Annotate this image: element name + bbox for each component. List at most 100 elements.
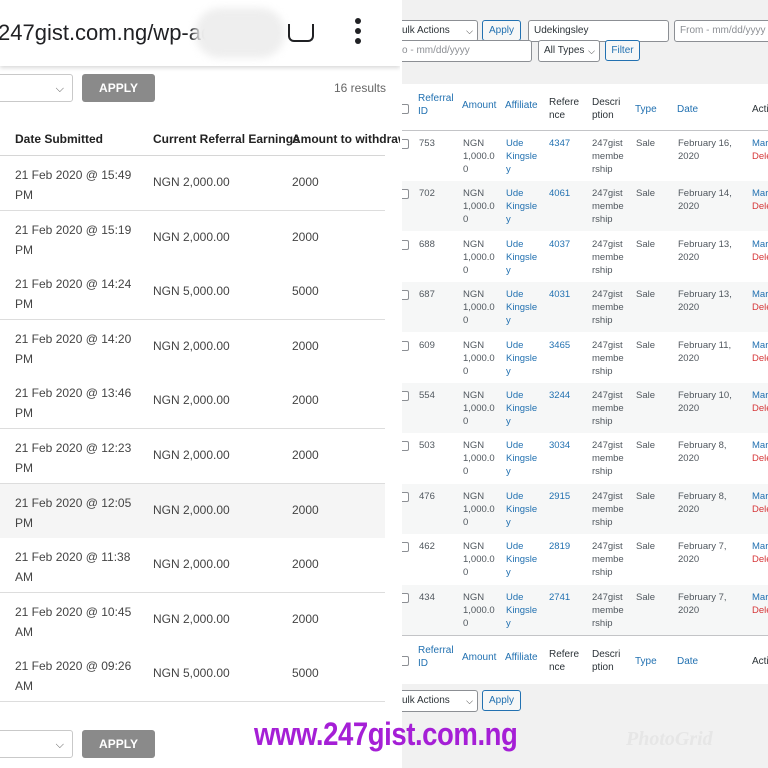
col-referral-id-footer[interactable]: Referral ID <box>418 644 456 670</box>
affiliate-link[interactable]: Ude Kingsle y <box>506 187 540 226</box>
bulk-actions-select-top[interactable]: ulk Actions ⌵ <box>402 20 478 42</box>
col-type[interactable]: Type <box>635 103 657 116</box>
to-date-input[interactable]: o - mm/dd/yyyy <box>402 40 532 62</box>
table-row[interactable]: 21 Feb 2020 @ 14:20 PM NGN 2,000.00 2000 <box>0 319 385 375</box>
apply-button-bottom[interactable]: APPLY <box>82 730 155 758</box>
table-row[interactable]: 21 Feb 2020 @ 09:26 AM NGN 5,000.00 5000 <box>0 647 385 703</box>
delete-link[interactable]: Dele <box>752 200 768 213</box>
affiliate-link[interactable]: Ude Kingsle y <box>506 137 540 176</box>
mark-as-paid-link[interactable]: Mar <box>752 288 768 301</box>
table-row: 687 NGN 1,000.0 0 Ude Kingsle y 4031 247gist… <box>402 282 768 333</box>
col-date-footer[interactable]: Date <box>677 655 698 668</box>
affiliate-link[interactable]: Ude Kingsle y <box>506 439 540 478</box>
mark-as-paid-link[interactable]: Mar <box>752 490 768 503</box>
table-row[interactable]: 21 Feb 2020 @ 10:45 AM NGN 2,000.00 2000 <box>0 592 385 648</box>
tabs-icon[interactable] <box>288 24 314 42</box>
reference-link[interactable]: 4031 <box>549 288 579 301</box>
affiliate-search-input[interactable]: Udekingsley <box>528 20 669 42</box>
table-row[interactable]: 21 Feb 2020 @ 14:24 PM NGN 5,000.00 5000 <box>0 265 385 321</box>
col-affiliate[interactable]: Affiliate <box>505 99 538 112</box>
mark-as-paid-link[interactable]: Mar <box>752 389 768 402</box>
row-checkbox[interactable] <box>402 441 409 452</box>
affiliate-link[interactable]: Ude Kingsle y <box>506 490 540 529</box>
table-row[interactable]: 21 Feb 2020 @ 15:19 PM NGN 2,000.00 2000 <box>0 210 385 266</box>
col-date[interactable]: Date <box>677 103 698 116</box>
affiliate-link[interactable]: Ude Kingsle y <box>506 389 540 428</box>
reference-link[interactable]: 3465 <box>549 339 579 352</box>
table-row[interactable]: 21 Feb 2020 @ 15:49 PM NGN 2,000.00 2000 <box>0 156 385 211</box>
reference-link[interactable]: 4037 <box>549 238 579 251</box>
delete-link[interactable]: Dele <box>752 452 768 465</box>
row-checkbox[interactable] <box>402 239 409 250</box>
filter-button[interactable]: Filter <box>605 40 640 61</box>
delete-link[interactable]: Dele <box>752 402 768 415</box>
apply-button-top[interactable]: Apply <box>482 20 521 41</box>
table-row[interactable]: 21 Feb 2020 @ 11:38 AM NGN 2,000.00 2000 <box>0 538 385 594</box>
col-referral-id[interactable]: Referral ID <box>418 92 456 118</box>
referral-description: 247gist membe rship <box>592 289 624 327</box>
select-all-checkbox-bottom[interactable] <box>402 656 409 666</box>
date-submitted: 21 Feb 2020 @ 12:05 PM <box>15 495 132 530</box>
table-row[interactable]: 21 Feb 2020 @ 12:05 PM NGN 2,000.00 2000 <box>0 483 385 539</box>
select-all-checkbox[interactable] <box>402 104 409 114</box>
affiliate-link[interactable]: Ude Kingsle y <box>506 591 540 630</box>
reference-link[interactable]: 2915 <box>549 490 579 503</box>
apply-button-top[interactable]: APPLY <box>82 74 155 102</box>
table-row[interactable]: 21 Feb 2020 @ 12:23 PM NGN 2,000.00 2000 <box>0 429 385 484</box>
delete-link[interactable]: Dele <box>752 553 768 566</box>
row-checkbox[interactable] <box>402 491 409 502</box>
mark-as-paid-link[interactable]: Mar <box>752 187 768 200</box>
table-row: 503 NGN 1,000.0 0 Ude Kingsle y 3034 247gist… <box>402 433 768 484</box>
referral-amount: NGN 1,000.0 0 <box>463 490 495 528</box>
affiliate-link[interactable]: Ude Kingsle y <box>506 339 540 378</box>
row-checkbox[interactable] <box>402 340 409 351</box>
delete-link[interactable]: Dele <box>752 503 768 516</box>
row-checkbox[interactable] <box>402 189 409 200</box>
more-vert-icon[interactable] <box>352 18 364 48</box>
delete-link[interactable]: Dele <box>752 251 768 264</box>
delete-link[interactable]: Dele <box>752 352 768 365</box>
mark-as-paid-link[interactable]: Mar <box>752 137 768 150</box>
referral-amount: NGN 1,000.0 0 <box>463 440 495 478</box>
mark-as-paid-link[interactable]: Mar <box>752 439 768 452</box>
bulk-action-select-bottom[interactable]: ⌵ <box>0 730 73 758</box>
url-text[interactable]: 247gist.com.ng/wp-ad <box>0 20 213 46</box>
col-current-earnings[interactable]: Current Referral Earnings <box>153 132 300 146</box>
mark-as-paid-link[interactable]: Mar <box>752 339 768 352</box>
col-type-footer[interactable]: Type <box>635 655 657 668</box>
row-checkbox[interactable] <box>402 592 409 603</box>
row-checkbox[interactable] <box>402 542 409 553</box>
from-date-input[interactable]: From - mm/dd/yyyy <box>674 20 768 42</box>
type-filter-select[interactable]: All Types ⌵ <box>538 40 600 62</box>
referral-type: Sale <box>636 238 656 250</box>
bulk-actions-label: ulk Actions <box>402 25 450 36</box>
col-amount[interactable]: Amount <box>462 99 496 112</box>
row-checkbox[interactable] <box>402 391 409 401</box>
delete-link[interactable]: Dele <box>752 301 768 314</box>
bulk-actions-select-bottom[interactable]: ulk Actions ⌵ <box>402 690 478 712</box>
delete-link[interactable]: Dele <box>752 150 768 163</box>
reference-link[interactable]: 2741 <box>549 591 579 604</box>
col-affiliate-footer[interactable]: Affiliate <box>505 651 538 664</box>
apply-button-bottom[interactable]: Apply <box>482 690 521 711</box>
reference-link[interactable]: 4347 <box>549 137 579 150</box>
affiliate-link[interactable]: Ude Kingsle y <box>506 288 540 327</box>
reference-link[interactable]: 3034 <box>549 439 579 452</box>
reference-link[interactable]: 3244 <box>549 389 579 402</box>
col-amount-to-withdraw[interactable]: Amount to withdraw <box>292 132 400 146</box>
mark-as-paid-link[interactable]: Mar <box>752 238 768 251</box>
mark-as-paid-link[interactable]: Mar <box>752 591 768 604</box>
bulk-action-select-top[interactable]: ⌵ <box>0 74 73 102</box>
affiliate-link[interactable]: Ude Kingsle y <box>506 238 540 277</box>
table-row[interactable]: 21 Feb 2020 @ 13:46 PM NGN 2,000.00 2000 <box>0 374 385 430</box>
col-date-submitted[interactable]: Date Submitted <box>15 132 103 146</box>
delete-link[interactable]: Dele <box>752 604 768 617</box>
row-checkbox[interactable] <box>402 139 409 149</box>
reference-link[interactable]: 2819 <box>549 540 579 553</box>
row-checkbox[interactable] <box>402 290 409 301</box>
browser-url-bar[interactable]: 247gist.com.ng/wp-ad <box>0 0 400 66</box>
mark-as-paid-link[interactable]: Mar <box>752 540 768 553</box>
reference-link[interactable]: 4061 <box>549 187 579 200</box>
col-amount-footer[interactable]: Amount <box>462 651 496 664</box>
affiliate-link[interactable]: Ude Kingsle y <box>506 540 540 579</box>
